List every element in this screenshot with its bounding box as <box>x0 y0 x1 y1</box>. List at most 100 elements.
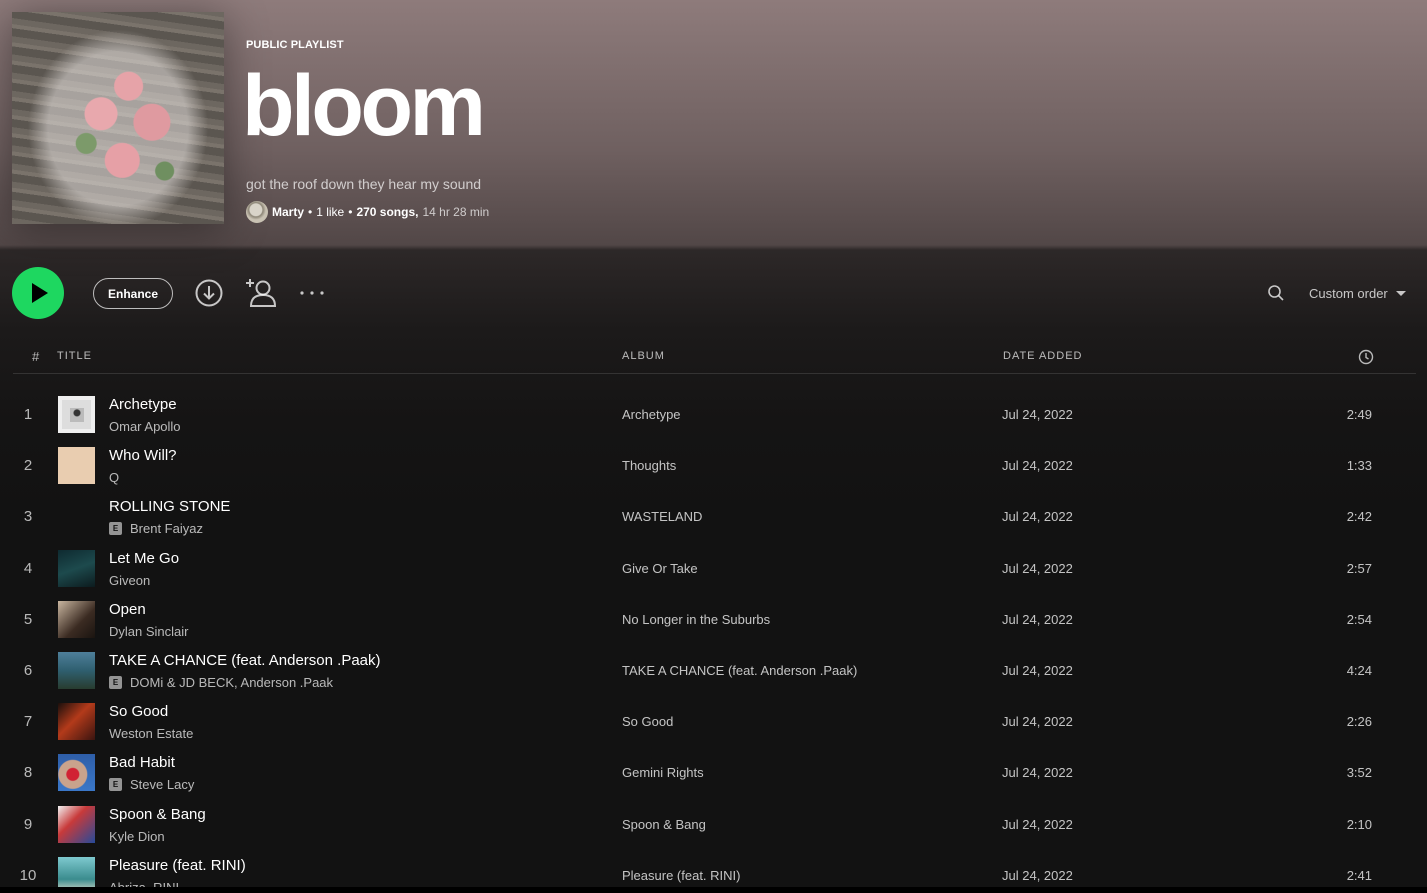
chevron-down-icon <box>1395 290 1406 296</box>
invite-collaborator-button[interactable] <box>245 278 277 308</box>
track-album[interactable]: Give Or Take <box>622 561 698 576</box>
owner-link[interactable]: Marty <box>272 205 304 219</box>
column-header-title[interactable]: TITLE <box>57 350 92 362</box>
track-album[interactable]: Spoon & Bang <box>622 817 706 832</box>
track-album-art <box>58 703 95 741</box>
track-title[interactable]: Pleasure (feat. RINI) <box>109 857 246 874</box>
track-row[interactable]: 1 Archetype Omar Apollo Archetype Jul 24… <box>13 388 1416 439</box>
playlist-duration: 14 hr 28 min <box>422 205 490 219</box>
track-duration: 2:10 <box>1346 816 1372 832</box>
artist-link[interactable]: Omar Apollo <box>109 419 181 434</box>
track-title[interactable]: TAKE A CHANCE (feat. Anderson .Paak) <box>109 652 381 669</box>
track-number: 6 <box>23 661 33 679</box>
track-date-added: Jul 24, 2022 <box>1002 816 1073 832</box>
track-artist: Kyle Dion <box>109 829 165 844</box>
songs-count: 270 songs, <box>356 205 419 219</box>
add-user-icon <box>246 279 277 307</box>
search-icon <box>1268 285 1284 301</box>
artist-link[interactable]: Steve Lacy <box>130 777 194 792</box>
spotify-playlist-view: PUBLIC PLAYLIST bloom got the roof down … <box>0 0 1427 893</box>
play-button[interactable] <box>12 267 64 319</box>
track-row[interactable]: 5 Open Dylan Sinclair No Longer in the S… <box>13 593 1416 644</box>
track-date-added: Jul 24, 2022 <box>1002 611 1073 627</box>
likes-count: 1 like <box>316 205 345 219</box>
track-title[interactable]: Let Me Go <box>109 550 179 567</box>
download-icon <box>195 279 223 307</box>
track-row[interactable]: 3 ROLLING STONE E Brent Faiyaz WASTELAND … <box>13 490 1416 541</box>
artist-link[interactable]: DOMi & JD BECK, Anderson .Paak <box>130 675 333 690</box>
track-title[interactable]: Who Will? <box>109 447 177 464</box>
explicit-badge: E <box>109 778 122 792</box>
more-icon <box>300 291 324 295</box>
track-title[interactable]: Archetype <box>109 396 177 413</box>
track-duration: 2:26 <box>1346 714 1372 730</box>
track-row[interactable]: 2 Who Will? Q Thoughts Jul 24, 2022 1:33 <box>13 439 1416 490</box>
track-album[interactable]: Archetype <box>622 407 681 422</box>
track-album[interactable]: WASTELAND <box>622 509 702 524</box>
search-in-playlist-button[interactable] <box>1266 283 1286 303</box>
playlist-meta: Marty • 1 like • 270 songs, 14 hr 28 min <box>246 201 490 223</box>
track-row[interactable]: 7 So Good Weston Estate So Good Jul 24, … <box>13 695 1416 746</box>
artist-link[interactable]: Weston Estate <box>109 726 193 741</box>
track-artist: Weston Estate <box>109 726 193 741</box>
track-duration: 2:57 <box>1346 560 1372 576</box>
track-album[interactable]: Gemini Rights <box>622 765 704 780</box>
owner-avatar[interactable] <box>246 201 268 223</box>
track-date-added: Jul 24, 2022 <box>1002 560 1073 576</box>
track-number: 7 <box>23 713 33 731</box>
playlist-cover-image[interactable] <box>12 12 224 224</box>
track-title[interactable]: ROLLING STONE <box>109 498 230 515</box>
track-row[interactable]: 9 Spoon & Bang Kyle Dion Spoon & Bang Ju… <box>13 798 1416 849</box>
track-date-added: Jul 24, 2022 <box>1002 662 1073 678</box>
track-number: 9 <box>23 815 33 833</box>
track-row[interactable]: 6 TAKE A CHANCE (feat. Anderson .Paak) E… <box>13 644 1416 695</box>
track-row[interactable]: 4 Let Me Go Giveon Give Or Take Jul 24, … <box>13 542 1416 593</box>
track-album[interactable]: So Good <box>622 714 673 729</box>
track-artist: E DOMi & JD BECK, Anderson .Paak <box>109 675 333 690</box>
track-duration: 4:24 <box>1346 662 1372 678</box>
tracklist-header: # TITLE ALBUM DATE ADDED <box>13 342 1416 374</box>
sort-dropdown[interactable]: Custom order <box>1309 283 1406 303</box>
track-duration: 2:49 <box>1346 407 1372 422</box>
artist-link[interactable]: Brent Faiyaz <box>130 521 203 536</box>
track-row[interactable]: 8 Bad Habit E Steve Lacy Gemini Rights Ju… <box>13 746 1416 797</box>
artist-link[interactable]: Dylan Sinclair <box>109 624 188 639</box>
track-duration: 2:54 <box>1346 611 1372 627</box>
sort-label: Custom order <box>1309 285 1388 301</box>
track-number: 10 <box>19 866 37 884</box>
playlist-title[interactable]: bloom <box>242 56 486 156</box>
artist-link[interactable]: Q <box>109 470 119 485</box>
track-album-art <box>58 805 95 843</box>
track-number: 8 <box>23 764 33 782</box>
track-album-art <box>58 600 95 638</box>
track-title[interactable]: Open <box>109 601 146 618</box>
column-header-album[interactable]: ALBUM <box>622 350 665 362</box>
download-button[interactable] <box>195 279 223 307</box>
playlist-description: got the roof down they hear my sound <box>246 176 482 192</box>
track-artist: Omar Apollo <box>109 419 181 434</box>
more-options-button[interactable] <box>298 283 326 303</box>
track-title[interactable]: Spoon & Bang <box>109 806 206 823</box>
column-header-date-added[interactable]: DATE ADDED <box>1003 350 1082 362</box>
clock-icon <box>1358 349 1374 365</box>
enhance-button[interactable]: Enhance <box>93 278 173 309</box>
track-album-art <box>58 651 95 689</box>
artist-link[interactable]: Kyle Dion <box>109 829 165 844</box>
track-album[interactable]: Thoughts <box>622 458 676 473</box>
track-title[interactable]: Bad Habit <box>109 754 175 771</box>
column-header-duration[interactable] <box>1358 349 1374 365</box>
track-album[interactable]: TAKE A CHANCE (feat. Anderson .Paak) <box>622 663 857 678</box>
track-date-added: Jul 24, 2022 <box>1002 509 1073 525</box>
track-artist: E Steve Lacy <box>109 777 194 792</box>
artist-link[interactable]: Giveon <box>109 573 150 588</box>
track-album[interactable]: Pleasure (feat. RINI) <box>622 868 741 883</box>
track-title[interactable]: So Good <box>109 703 168 720</box>
track-duration: 3:52 <box>1346 765 1372 781</box>
meta-separator: • <box>308 205 313 219</box>
play-icon <box>32 283 48 303</box>
track-number: 2 <box>23 457 33 475</box>
track-duration: 2:41 <box>1346 867 1372 883</box>
meta-separator: • <box>348 205 353 219</box>
track-album[interactable]: No Longer in the Suburbs <box>622 612 770 627</box>
track-date-added: Jul 24, 2022 <box>1002 867 1073 883</box>
